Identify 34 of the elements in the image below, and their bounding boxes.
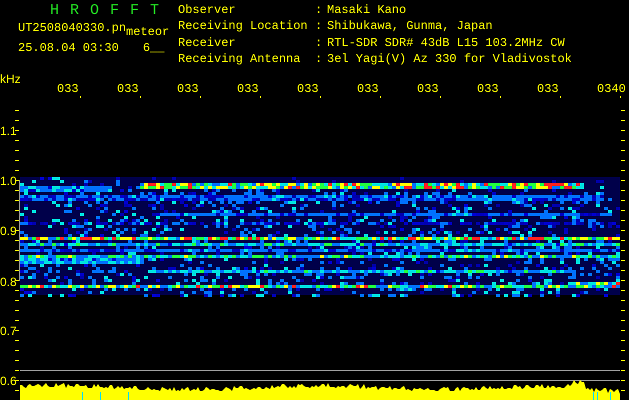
info-label: Receiver <box>178 38 237 52</box>
info-label: Observer <box>178 5 237 19</box>
time-tick-label: 033 <box>477 82 499 96</box>
timestamp: 25.08.04 03:30 <box>18 41 119 55</box>
frequency-tick-label: 0.6 <box>0 374 17 388</box>
count-label: 6__ <box>142 41 164 55</box>
info-value: Masaki Kano <box>327 5 408 19</box>
info-label: Receiving Location <box>178 21 309 36</box>
info-separator: : <box>315 54 324 68</box>
time-tick-label: 033 <box>237 82 259 96</box>
time-tick-label: 033 <box>297 82 319 96</box>
frequency-tick-label: 0.9 <box>0 224 17 238</box>
time-tick-label: 033 <box>177 82 199 96</box>
info-separator: : <box>315 38 324 52</box>
time-tick-label: 0340 <box>597 82 626 96</box>
time-tick-label: 033 <box>537 82 559 96</box>
time-tick-label: 033 <box>117 82 139 96</box>
info-label: Receiving Antenna <box>178 54 302 68</box>
info-value: RTL-SDR SDR# 43dB L15 103.2MHz CW <box>327 38 566 52</box>
frequency-tick-label: 0.8 <box>0 275 17 289</box>
info-separator: : <box>315 5 324 19</box>
app-title: H R O F F T <box>50 3 160 19</box>
frequency-tick-label: 1.1 <box>0 124 17 138</box>
info-value: 3el Yagi(V) Az 330 for Vladivostok <box>327 54 572 68</box>
axis-unit: kHz <box>0 72 21 86</box>
mode-label: meteor <box>126 25 170 39</box>
frequency-tick-label: 0.7 <box>0 324 17 338</box>
file-name: UT2508040330.pn <box>18 21 126 35</box>
info-value: Shibukawa, Gunma, Japan <box>327 21 494 36</box>
info-separator: : <box>315 21 324 36</box>
frequency-tick-label: 1.0 <box>0 174 17 188</box>
time-tick-label: 033 <box>417 82 439 96</box>
time-tick-label: 033 <box>57 82 79 96</box>
time-tick-label: 033 <box>357 82 379 96</box>
